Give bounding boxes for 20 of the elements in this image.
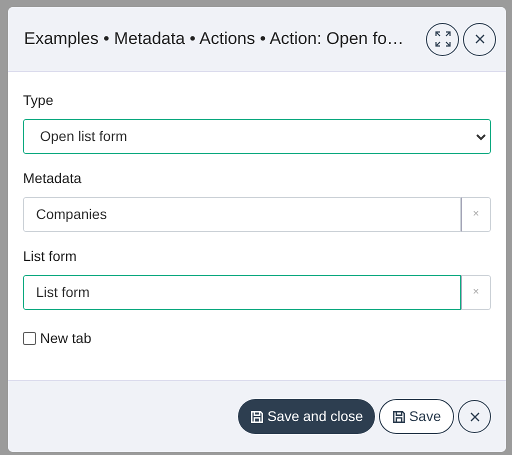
field-label: List form: [23, 247, 78, 266]
chevron-down-icon: [476, 132, 486, 140]
dialog-title: Examples • Metadata • Actions • Action: Open fo…: [24, 28, 405, 50]
save-icon: [250, 410, 264, 424]
lookup-field[interactable]: Companies: [23, 197, 461, 232]
field-label: Type: [23, 91, 54, 110]
checkbox-label: New tab: [40, 329, 92, 348]
expand-icon: [434, 31, 450, 47]
save-icon: [392, 410, 406, 424]
close-button[interactable]: [463, 22, 496, 56]
save-and-close-button[interactable]: Save and close: [238, 399, 376, 434]
type-select[interactable]: Open list form: [23, 119, 491, 154]
close-icon: [474, 34, 484, 44]
expand-button[interactable]: [426, 22, 459, 56]
save-button[interactable]: Save: [379, 399, 454, 434]
lookup-field[interactable]: List form: [23, 275, 461, 310]
field-label: Metadata: [23, 169, 82, 188]
close-icon: [470, 412, 480, 422]
checkbox[interactable]: [23, 332, 36, 345]
close-button[interactable]: [458, 400, 491, 433]
